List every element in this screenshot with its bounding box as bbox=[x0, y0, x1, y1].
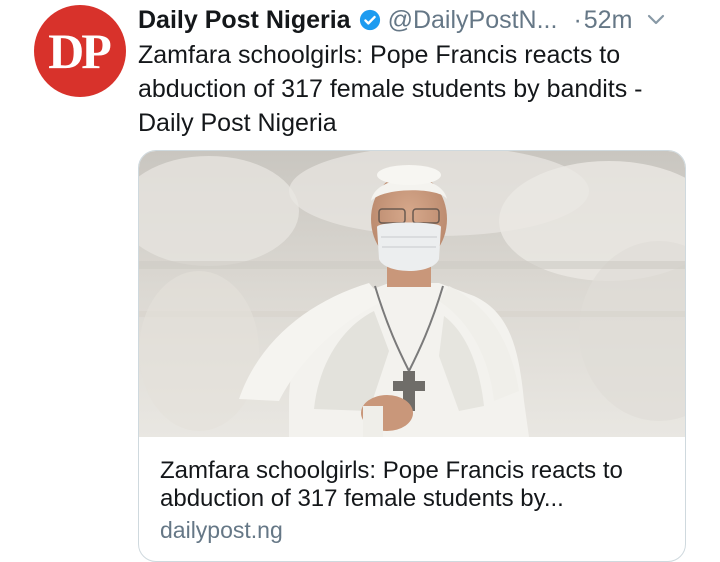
avatar[interactable]: DP bbox=[34, 5, 126, 97]
card-title: Zamfara schoolgirls: Pope Francis reacts… bbox=[160, 457, 623, 512]
avatar-logo-text: DP bbox=[48, 23, 112, 79]
separator-dot: · bbox=[573, 5, 582, 34]
account-handle[interactable]: @DailyPostN... bbox=[388, 6, 558, 35]
tweet-text: Zamfara schoolgirls: Pope Francis reacts… bbox=[138, 41, 643, 137]
tweet-timestamp[interactable]: 52m bbox=[584, 6, 633, 35]
tweet-header: Daily Post Nigeria @DailyPostN... · 52m bbox=[138, 3, 702, 37]
card-image bbox=[139, 151, 685, 437]
link-preview-card[interactable]: Zamfara schoolgirls: Pope Francis reacts… bbox=[138, 150, 686, 562]
verified-badge-icon bbox=[359, 9, 380, 31]
card-domain: dailypost.ng bbox=[160, 517, 283, 543]
chevron-down-icon[interactable] bbox=[646, 13, 666, 27]
account-name[interactable]: Daily Post Nigeria bbox=[138, 6, 351, 35]
